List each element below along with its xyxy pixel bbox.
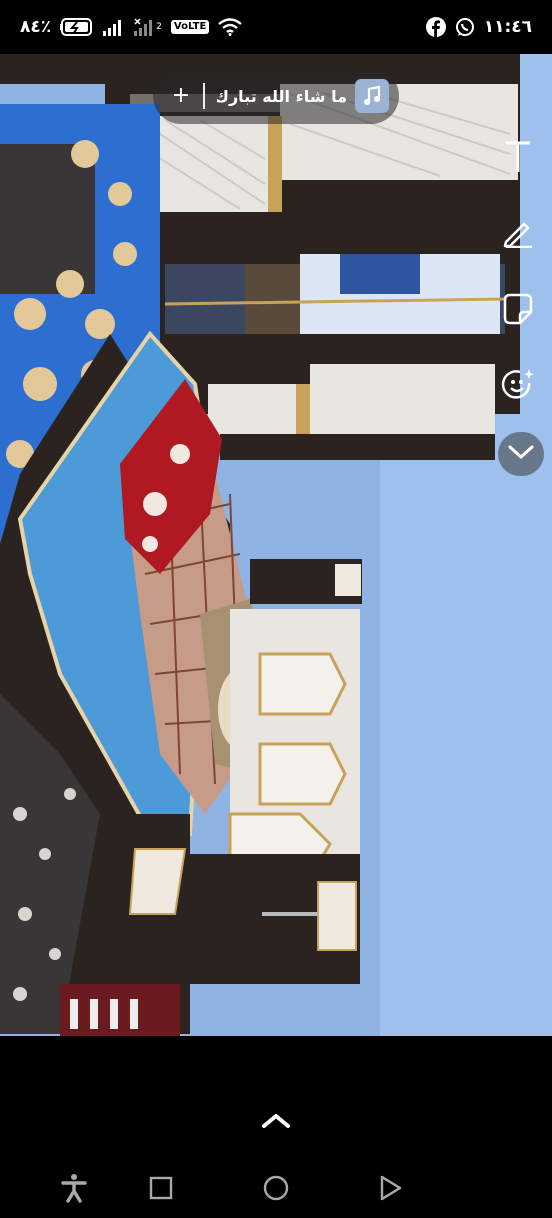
music-sticker[interactable]: + ما شاء الله تبارك ... (153, 68, 399, 124)
pencil-icon (502, 216, 534, 252)
sticker-icon (502, 292, 534, 330)
swipe-up-button[interactable] (258, 1108, 294, 1138)
circle-icon (262, 1174, 290, 1206)
chevron-up-icon (261, 1113, 291, 1133)
emoji-tool-button[interactable] (498, 367, 538, 407)
music-title: ما شاء الله تبارك ... (217, 86, 347, 106)
battery-charging-icon (60, 18, 94, 36)
accessibility-icon (60, 1173, 88, 1207)
home-button[interactable] (258, 1172, 294, 1208)
sticker-tool-button[interactable] (498, 291, 538, 331)
square-icon (149, 1176, 173, 1204)
whatsapp-icon (455, 17, 475, 37)
sim2-label: 2 (156, 22, 162, 32)
system-nav-bar (0, 1160, 552, 1218)
volte-badge: VoLTE (170, 20, 210, 34)
triangle-icon (379, 1175, 403, 1205)
clock: ١١:٤٦ (483, 17, 532, 37)
battery-percent: ٨٤٪ (20, 17, 52, 37)
status-right: ١١:٤٦ (425, 17, 532, 37)
pill-divider (203, 83, 205, 109)
more-tools-button[interactable] (498, 432, 544, 476)
accessibility-button[interactable] (56, 1172, 92, 1208)
recents-button[interactable] (143, 1172, 179, 1208)
story-photo[interactable] (0, 54, 552, 1036)
chevron-down-icon (507, 443, 535, 465)
status-left: ٨٤٪ 2 VoLTE (20, 17, 243, 37)
facebook-icon (425, 17, 446, 37)
signal-icon (103, 18, 125, 36)
status-bar: ٨٤٪ 2 VoLTE ١١:٤٦ (0, 0, 552, 54)
back-button[interactable] (373, 1172, 409, 1208)
smiley-sparkle-icon (500, 367, 536, 407)
draw-tool-button[interactable] (498, 214, 538, 254)
text-tool-button[interactable] (498, 139, 538, 179)
add-music-button[interactable]: + (169, 85, 193, 107)
signal-sim2-icon: 2 (134, 18, 162, 36)
music-note-icon (355, 79, 389, 113)
wifi-icon (218, 18, 243, 36)
bedroom-photo (0, 54, 552, 1036)
text-T-icon (503, 140, 533, 178)
